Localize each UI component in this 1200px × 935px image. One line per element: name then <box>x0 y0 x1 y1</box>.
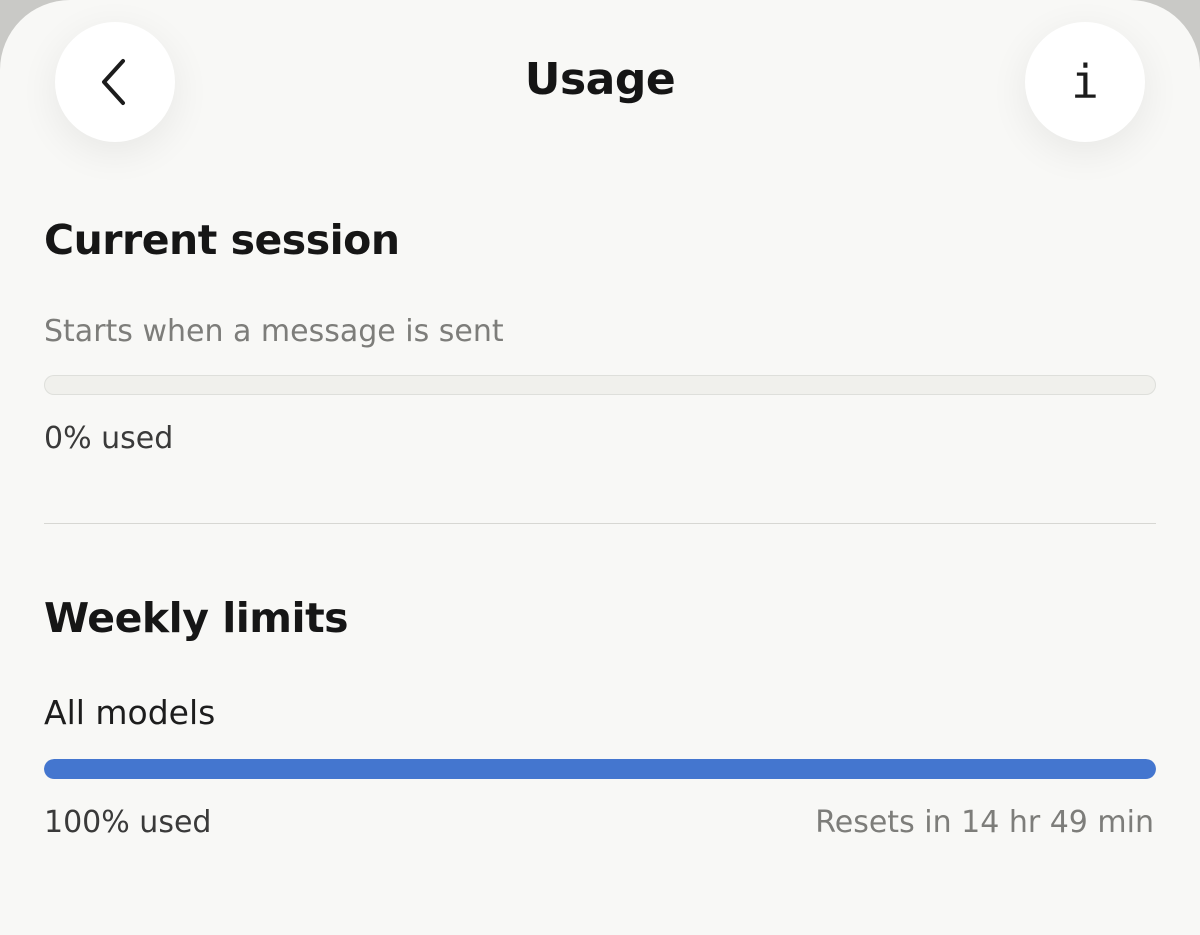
info-icon: i <box>1071 55 1099 109</box>
weekly-limits-heading: Weekly limits <box>44 594 349 642</box>
current-session-heading: Current session <box>44 216 400 264</box>
page-title: Usage <box>524 54 676 105</box>
all-models-reset-label: Resets in 14 hr 49 min <box>815 805 1154 840</box>
info-button[interactable]: i <box>1025 22 1145 142</box>
current-session-used-label: 0% used <box>44 421 174 456</box>
current-session-progress-bar <box>44 375 1156 395</box>
all-models-label: All models <box>44 693 216 732</box>
section-divider <box>44 523 1156 524</box>
current-session-subtitle: Starts when a message is sent <box>44 314 504 349</box>
all-models-progress-fill <box>44 759 1156 779</box>
all-models-used-label: 100% used <box>44 805 212 840</box>
all-models-progress-bar <box>44 759 1156 779</box>
usage-screen: Usage i Current session Starts when a me… <box>0 0 1200 935</box>
